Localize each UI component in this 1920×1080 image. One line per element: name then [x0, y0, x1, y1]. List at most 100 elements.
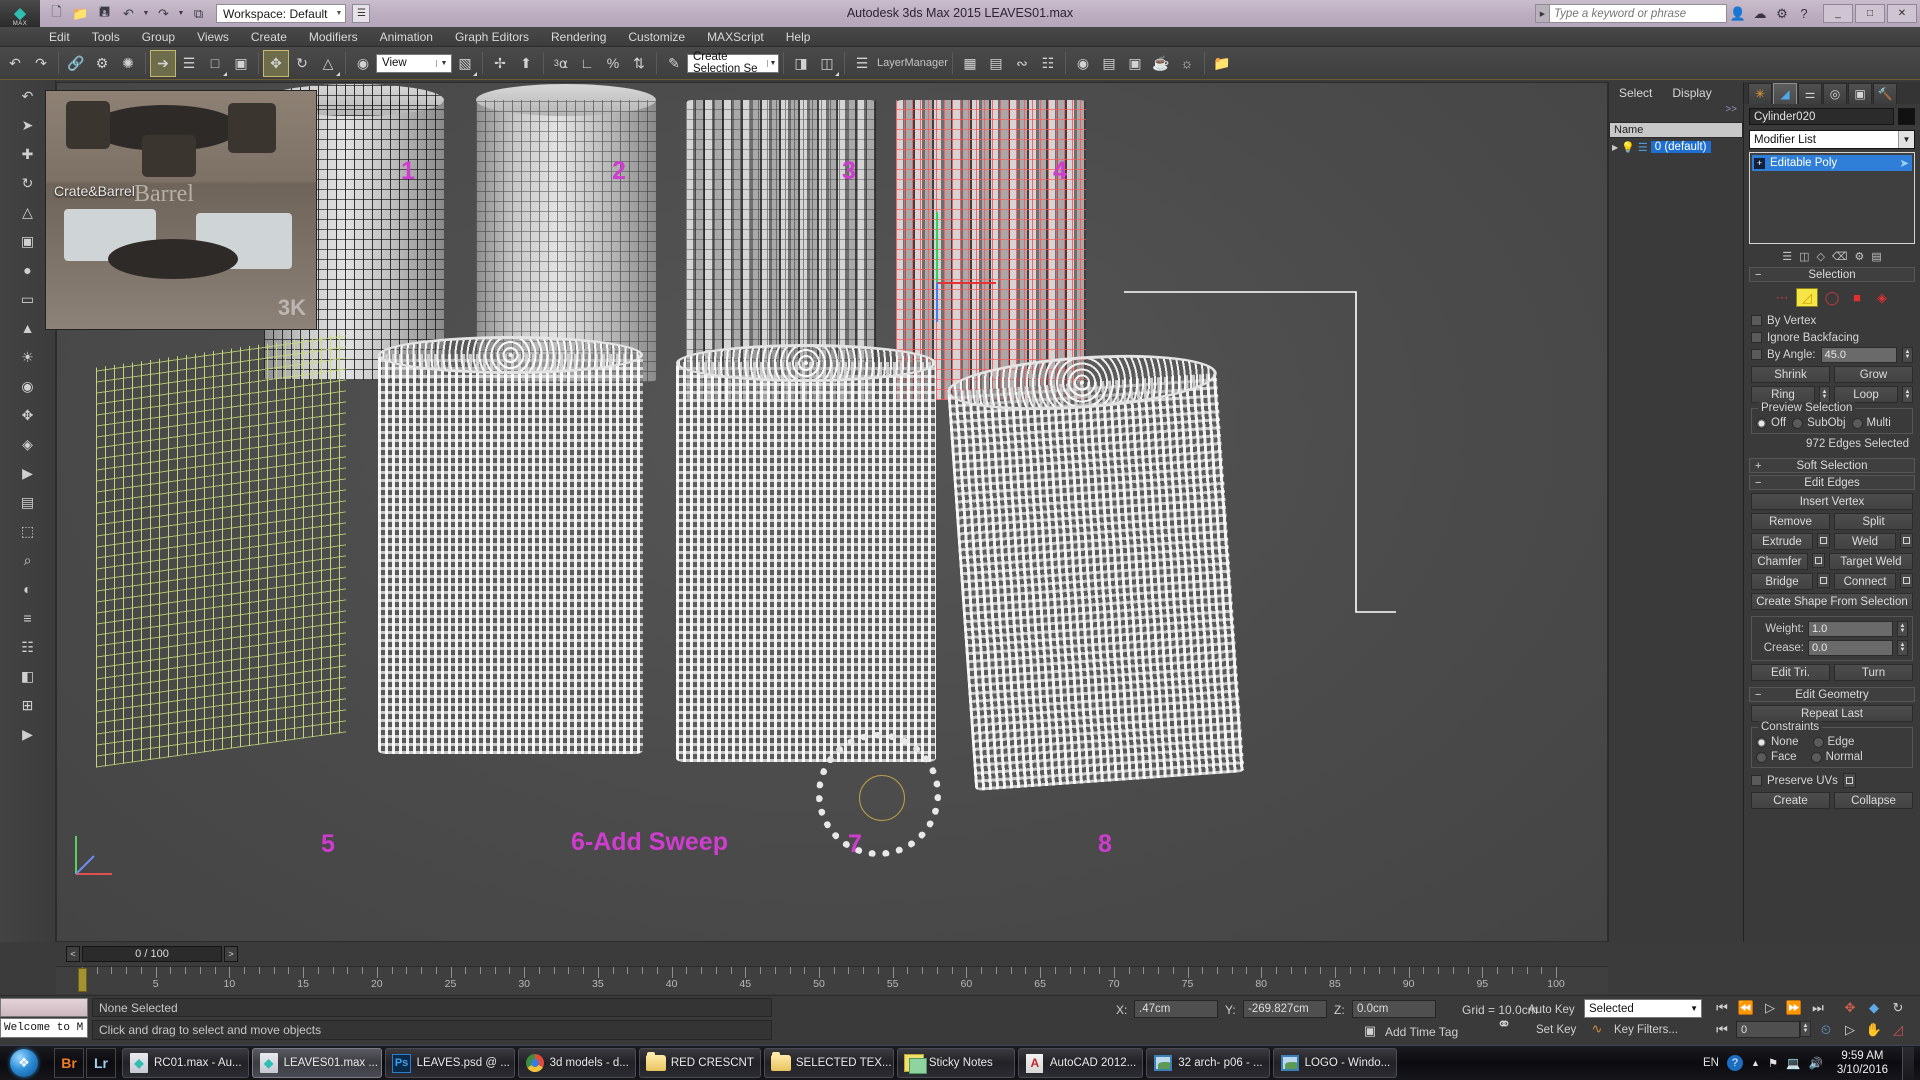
help-tray-icon[interactable]: ? [1726, 1055, 1743, 1071]
align-icon[interactable]: ◫ [814, 50, 840, 77]
unlink-selection-icon[interactable]: ⚙ [89, 50, 115, 77]
shade-icon[interactable]: ◐ [15, 576, 41, 602]
layer-manager-icon[interactable]: ☰ [849, 50, 875, 77]
weight-spinner[interactable]: ▲ ▼ [1897, 621, 1908, 637]
collapse-button[interactable]: Collapse [1834, 792, 1913, 809]
cylinder-primitive-icon[interactable]: ▭ [15, 286, 41, 312]
search-input-wrap[interactable] [1549, 4, 1727, 23]
auto-key-button[interactable]: Auto Key [1528, 1004, 1575, 1016]
mesh-object-8[interactable] [945, 347, 1245, 791]
expand-plus-icon[interactable]: + [1754, 157, 1765, 169]
camera-icon[interactable]: ◉ [15, 373, 41, 399]
menu-item-views[interactable]: Views [186, 27, 240, 47]
goto-end-icon[interactable]: ⏭ [1808, 999, 1828, 1017]
helper-icon[interactable]: ✥ [15, 402, 41, 428]
preview-off-radio[interactable] [1756, 417, 1767, 429]
constraint-edge-row[interactable]: Edge [1812, 736, 1854, 748]
clock[interactable]: 9:59 AM 3/10/2016 [1831, 1049, 1894, 1077]
workspace-more-button[interactable]: ☰ [352, 4, 371, 23]
add-time-tag-icon[interactable]: ▣ [1360, 1021, 1380, 1041]
menu-item-edit[interactable]: Edit [38, 27, 81, 47]
modifier-list-dropdown[interactable]: Modifier List ▼ [1749, 130, 1915, 149]
mesh-object-topview[interactable] [816, 732, 941, 857]
expand-left-icon[interactable]: ▶ [15, 721, 41, 747]
workspace-selector[interactable]: Workspace: Default ▼ [216, 4, 347, 23]
show-hidden-icons-icon[interactable]: ▲ [1751, 1058, 1760, 1068]
move-left-icon[interactable]: ✚ [15, 141, 41, 167]
cloud-icon[interactable]: ☁ [1749, 3, 1771, 25]
next-frame-button[interactable]: > [224, 946, 238, 962]
stack-extra-icon[interactable]: ▤ [1871, 250, 1881, 263]
bind-to-space-warp-icon[interactable]: ✺ [115, 50, 141, 77]
vertex-subobject-icon[interactable]: ⋯ [1771, 288, 1793, 307]
extrude-button[interactable]: Extrude [1751, 533, 1813, 550]
preserve-uvs-checkbox[interactable] [1751, 775, 1762, 786]
snaps-toggle-icon[interactable]: 3 ⍺ [548, 50, 574, 77]
render-setup-icon[interactable]: ▤ [1096, 50, 1122, 77]
spinner-snap-toggle-icon[interactable]: ⇅ [626, 50, 652, 77]
crease-field[interactable]: 0.0 [1808, 640, 1893, 656]
goto-start-icon[interactable]: ⏮ [1712, 999, 1732, 1017]
select-object-left-icon[interactable]: ➤ [15, 112, 41, 138]
preview-multi-row[interactable]: Multi [1851, 417, 1891, 429]
taskbar-item-red-crescnt[interactable]: RED CRESCNT [638, 1048, 761, 1078]
rollout-edit-geometry-header[interactable]: − Edit Geometry [1749, 687, 1915, 702]
lightbulb-icon[interactable]: 💡 [1621, 141, 1635, 154]
reference-coordinate-icon[interactable]: ◉ [350, 50, 376, 77]
key-filters-button[interactable]: Key Filters... [1614, 1024, 1678, 1036]
goto-frame-icon[interactable]: ⏮ [1712, 1021, 1732, 1039]
add-time-tag-label[interactable]: Add Time Tag [1385, 1025, 1458, 1039]
ignore-backfacing-checkbox[interactable] [1751, 332, 1762, 343]
taskbar-item-autocad[interactable]: A AutoCAD 2012... [1017, 1048, 1144, 1078]
curve-editor-icon[interactable]: ∾ [1009, 50, 1035, 77]
time-configuration-icon[interactable]: ◆ [1864, 999, 1884, 1017]
open-file-icon[interactable]: 📁 [70, 3, 91, 24]
reference-coordinate-combo[interactable]: View ▼ [376, 53, 452, 73]
select-by-name-icon[interactable]: ☰ [176, 50, 202, 77]
loop-button[interactable]: Loop [1834, 386, 1898, 403]
mesh-object-5-wireframe[interactable] [96, 332, 346, 768]
by-vertex-row[interactable]: By Vertex [1751, 312, 1913, 329]
ring-button[interactable]: Ring [1751, 386, 1815, 403]
hierarchy-tab[interactable]: ⚌ [1798, 83, 1822, 104]
undo-icon[interactable]: ↶ [118, 3, 139, 24]
taskbar-item-photoshop[interactable]: Ps LEAVES.psd @ ... [384, 1048, 515, 1078]
select-and-manipulate-icon[interactable]: ✢ [487, 50, 513, 77]
modify-tab[interactable]: ◢ [1773, 83, 1797, 104]
by-angle-spinner[interactable]: ▲ ▼ [1902, 346, 1913, 363]
use-pivot-point-center-icon[interactable]: ▧ [452, 50, 478, 77]
loop-spinner[interactable]: ▲ ▼ [1902, 386, 1913, 403]
chamfer-button[interactable]: Chamfer [1751, 553, 1808, 570]
target-weld-button[interactable]: Target Weld [1828, 553, 1913, 570]
by-vertex-checkbox[interactable] [1751, 315, 1762, 326]
mirror-left-icon[interactable]: ◧ [15, 663, 41, 689]
constraint-none-radio[interactable] [1756, 736, 1767, 748]
chamfer-settings-button[interactable] [1811, 553, 1825, 568]
grow-button[interactable]: Grow [1834, 366, 1913, 383]
motion-tab[interactable]: ◎ [1823, 83, 1847, 104]
show-end-result-icon[interactable]: ◫ [1799, 250, 1809, 263]
pan-view-icon[interactable]: ✋ [1864, 1021, 1884, 1039]
grid-icon[interactable]: ⊞ [15, 692, 41, 718]
menu-item-tools[interactable]: Tools [81, 27, 131, 47]
key-mode-toggle-icon[interactable]: ⚭ [1490, 1010, 1518, 1038]
constraint-normal-row[interactable]: Normal [1810, 751, 1863, 763]
constraint-normal-radio[interactable] [1810, 751, 1822, 763]
search-input[interactable] [1554, 7, 1722, 20]
volume-icon[interactable]: 🔊 [1809, 1056, 1823, 1070]
modifier-stack-item[interactable]: + Editable Poly ➤ [1752, 155, 1912, 171]
window-crossing-icon[interactable]: ▣ [228, 50, 254, 77]
render-left-icon[interactable]: ▶ [15, 460, 41, 486]
rendered-frame-window-icon[interactable]: ▣ [1122, 50, 1148, 77]
crease-spinner[interactable]: ▲ ▼ [1897, 640, 1908, 656]
key-frame-spinner[interactable]: ▲ ▼ [1800, 1021, 1811, 1037]
angle-snap-toggle-icon[interactable]: ∟ [574, 50, 600, 77]
time-slider[interactable] [78, 968, 87, 992]
by-angle-row[interactable]: By Angle: 45.0 ▲ ▼ [1751, 346, 1913, 363]
time-ruler[interactable]: 0510152025303540455055606570758085909510… [56, 966, 1608, 994]
current-frame-field[interactable]: 0 / 100 [82, 946, 222, 962]
select-link-icon[interactable]: 🔗 [63, 50, 89, 77]
prev-frame-button[interactable]: < [66, 946, 80, 962]
edge-subobject-icon[interactable]: ◿ [1796, 288, 1818, 307]
reference-image-thumbnail[interactable]: Crate&Barrel Barrel 3K [45, 90, 317, 330]
